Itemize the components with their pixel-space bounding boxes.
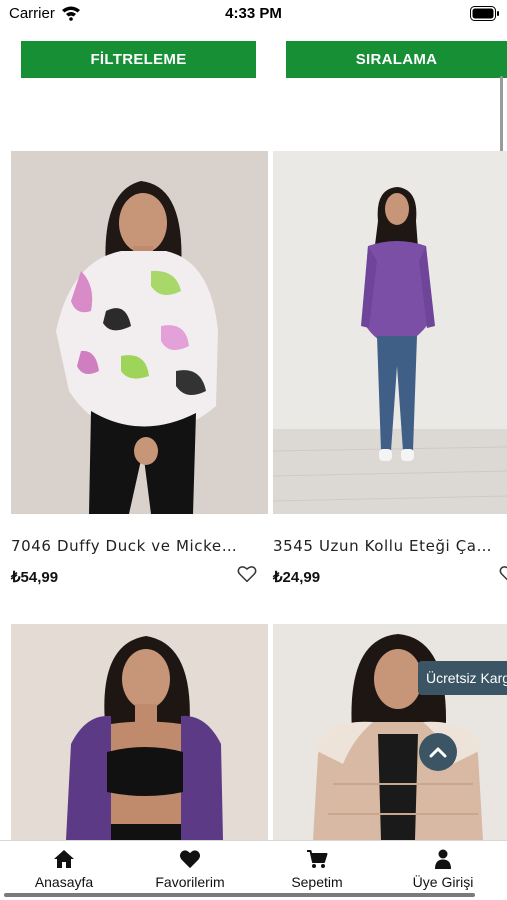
user-icon xyxy=(435,849,451,869)
nav-label: Anasayfa xyxy=(34,874,94,890)
chevron-up-icon xyxy=(429,747,447,758)
free-cargo-badge[interactable]: Ücretsiz Kargo xyxy=(418,661,507,695)
status-time: 4:33 PM xyxy=(225,5,282,22)
product-price: ₺54,99 xyxy=(11,569,59,586)
product-title[interactable]: 7046 Duffy Duck ve Micke… xyxy=(11,537,238,555)
nav-item-favorites[interactable]: Favorilerim xyxy=(127,841,253,893)
filter-button[interactable]: FİLTRELEME xyxy=(21,41,256,78)
product-image[interactable] xyxy=(11,624,268,840)
heart-outline-icon[interactable] xyxy=(499,565,507,583)
heart-outline-icon[interactable] xyxy=(237,565,257,583)
nav-label: Favorilerim xyxy=(155,874,225,890)
product-title[interactable]: 3545 Uzun Kollu Eteği Ça… xyxy=(273,537,498,555)
home-indicator xyxy=(4,893,475,897)
sort-button[interactable]: SIRALAMA xyxy=(286,41,507,78)
nav-label: Üye Girişi xyxy=(412,874,474,890)
product-image[interactable] xyxy=(273,624,507,840)
nav-item-cart[interactable]: Sepetim xyxy=(254,841,380,893)
home-icon xyxy=(54,850,74,868)
nav-item-login[interactable]: Üye Girişi xyxy=(380,841,506,893)
bottom-nav: Anasayfa Favorilerim Sepetim Üye Girişi xyxy=(0,840,507,900)
scroll-to-top-button[interactable] xyxy=(419,733,457,771)
product-image[interactable] xyxy=(273,151,507,514)
cart-icon xyxy=(307,850,328,868)
status-bar: Carrier 4:33 PM xyxy=(0,0,507,30)
product-image[interactable] xyxy=(11,151,268,514)
nav-label: Sepetim xyxy=(291,874,343,890)
battery-icon xyxy=(470,6,499,21)
product-price: ₺24,99 xyxy=(273,569,321,586)
heart-icon xyxy=(179,850,201,869)
nav-item-home[interactable]: Anasayfa xyxy=(1,841,127,893)
